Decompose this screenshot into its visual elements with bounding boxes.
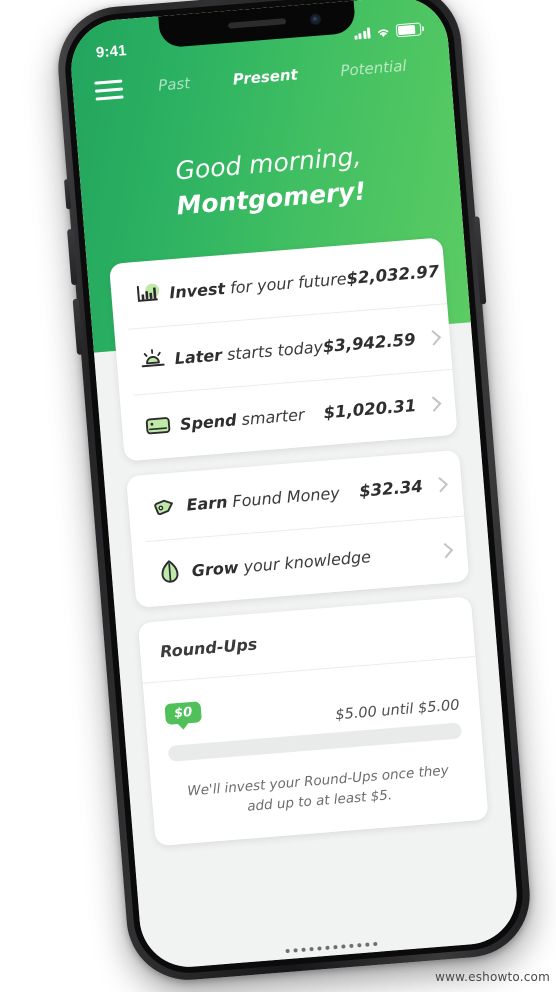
hamburger-menu-icon[interactable] <box>94 78 124 101</box>
row-spend-label-rest: smarter <box>235 404 306 429</box>
row-grow-label: Grow your knowledge <box>191 542 429 580</box>
bar-chart-icon <box>125 280 171 307</box>
round-ups-title: Round-Ups <box>159 634 258 661</box>
tab-past[interactable]: Past <box>158 74 191 95</box>
nav-tabs: Past Present Potential <box>122 55 428 97</box>
row-later-label-rest: starts today <box>221 336 324 364</box>
row-earn-label-rest: Found Money <box>226 482 341 511</box>
price-tag-icon <box>142 492 188 521</box>
row-grow-label-rest: your knowledge <box>237 546 372 577</box>
chevron-right-icon[interactable] <box>437 542 454 558</box>
accounts-card: Invest for your future $2,032.97 Later s… <box>108 237 458 462</box>
row-later-label-bold: Later <box>173 344 223 368</box>
leaf-icon <box>147 558 193 587</box>
row-earn-label: Earn Found Money <box>186 481 360 514</box>
round-ups-until-text: $5.00 until $5.00 <box>334 697 461 724</box>
row-spend-label: Spend smarter <box>179 403 324 433</box>
row-grow-label-bold: Grow <box>191 557 240 580</box>
site-watermark: www.eshowto.com <box>435 970 550 984</box>
row-invest-value: $2,032.97 <box>345 261 440 288</box>
round-ups-progress-fill <box>167 745 170 762</box>
row-invest-label: Invest for your future <box>169 269 348 302</box>
row-invest-label-rest: for your future <box>224 268 348 298</box>
sunrise-icon <box>130 346 176 373</box>
phone-mockup: 9:41 Past Present Potential Good morning… <box>53 0 535 985</box>
row-spend-label-bold: Spend <box>179 409 238 434</box>
battery-full-icon <box>395 22 422 38</box>
round-ups-amount-badge: $0 <box>164 701 203 726</box>
credit-card-icon <box>135 413 181 438</box>
row-invest-label-bold: Invest <box>168 278 226 302</box>
row-later-value: $3,942.59 <box>322 329 417 356</box>
chevron-right-icon[interactable] <box>448 261 458 278</box>
row-spend-value: $1,020.31 <box>322 395 417 422</box>
tab-present[interactable]: Present <box>232 65 298 88</box>
extras-card: Earn Found Money $32.34 Grow your knowle… <box>126 449 470 609</box>
front-camera-icon <box>309 13 322 26</box>
chevron-right-icon[interactable] <box>425 395 442 412</box>
tab-potential[interactable]: Potential <box>340 57 407 80</box>
row-later-label: Later starts today <box>174 337 324 368</box>
chevron-right-icon[interactable] <box>425 329 441 346</box>
phone-screen: 9:41 Past Present Potential Good morning… <box>67 0 521 971</box>
row-earn-label-bold: Earn <box>185 491 229 515</box>
status-bar-time: 9:41 <box>95 42 128 62</box>
earpiece-speaker <box>227 18 287 29</box>
wifi-icon <box>377 28 389 37</box>
row-earn-value: $32.34 <box>358 476 424 501</box>
card-stack: Invest for your future $2,032.97 Later s… <box>87 236 512 864</box>
round-ups-card: Round-Ups $0 $5.00 until $5.00 We'll inv… <box>137 596 489 847</box>
chevron-right-icon[interactable] <box>432 476 448 493</box>
app-screen: 9:41 Past Present Potential Good morning… <box>67 0 521 971</box>
cellular-bars-icon <box>353 27 371 40</box>
